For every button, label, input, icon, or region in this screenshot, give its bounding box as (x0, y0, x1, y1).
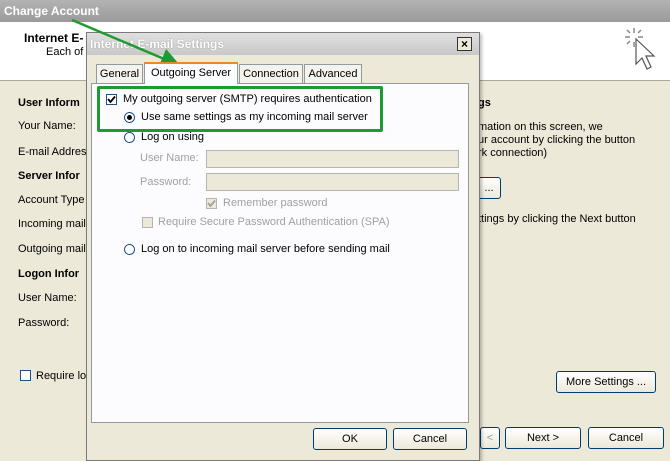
tab-outgoing-server[interactable]: Outgoing Server (144, 62, 238, 84)
annotation-arrow-icon (71, 18, 181, 68)
